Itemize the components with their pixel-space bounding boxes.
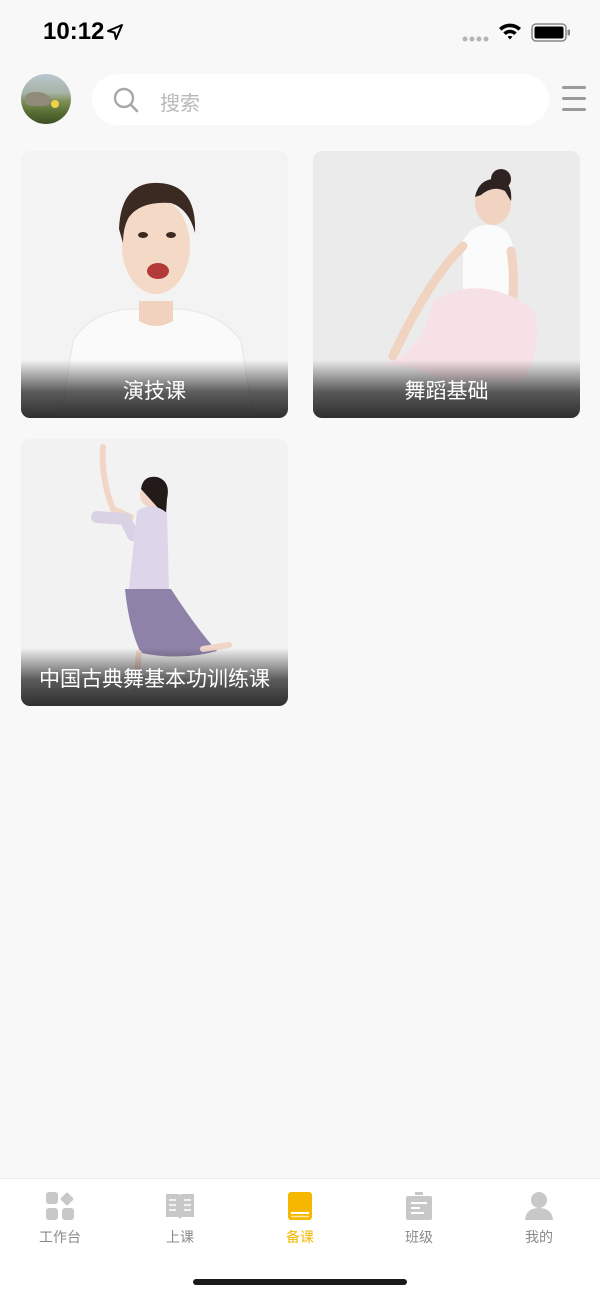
course-card-dance-basics[interactable]: 舞蹈基础 — [313, 151, 580, 418]
prep-book-icon — [288, 1192, 312, 1220]
avatar-rock-shape — [25, 92, 51, 106]
course-title: 演技课 — [123, 379, 186, 403]
battery-icon — [531, 23, 570, 42]
status-bar: 10:12 — [0, 0, 600, 66]
search-input[interactable]: 搜索 — [92, 74, 549, 125]
tab-label: 上课 — [166, 1230, 194, 1246]
open-book-icon — [166, 1194, 194, 1219]
class-board-icon — [406, 1192, 432, 1220]
avatar-flower-shape — [51, 100, 59, 108]
search-placeholder: 搜索 — [160, 91, 200, 115]
workbench-icon — [46, 1192, 74, 1220]
tab-me[interactable]: 我的 — [499, 1191, 579, 1251]
home-indicator-bar — [193, 1279, 407, 1285]
tab-label: 班级 — [405, 1230, 433, 1246]
tab-workbench[interactable]: 工作台 — [20, 1191, 100, 1251]
tab-label: 我的 — [525, 1230, 553, 1246]
cellular-signal-icon — [462, 36, 489, 42]
tab-class[interactable]: 上课 — [140, 1191, 220, 1251]
course-card-classical-dance[interactable]: 中国古典舞基本功训练课 — [21, 439, 288, 706]
course-card-acting[interactable]: 演技课 — [21, 151, 288, 418]
search-icon — [113, 87, 139, 113]
person-icon — [525, 1192, 553, 1220]
status-time: 10:12 — [43, 18, 105, 45]
course-title: 中国古典舞基本功训练课 — [39, 667, 270, 691]
tab-label: 备课 — [286, 1230, 314, 1246]
user-avatar[interactable] — [21, 74, 71, 124]
tab-lesson-prep[interactable]: 备课 — [260, 1191, 340, 1251]
location-arrow-icon — [107, 24, 123, 40]
wifi-icon — [499, 23, 521, 40]
menu-icon[interactable] — [562, 86, 586, 112]
course-title: 舞蹈基础 — [404, 379, 489, 403]
tab-label: 工作台 — [39, 1230, 81, 1246]
tab-classes[interactable]: 班级 — [379, 1191, 459, 1251]
